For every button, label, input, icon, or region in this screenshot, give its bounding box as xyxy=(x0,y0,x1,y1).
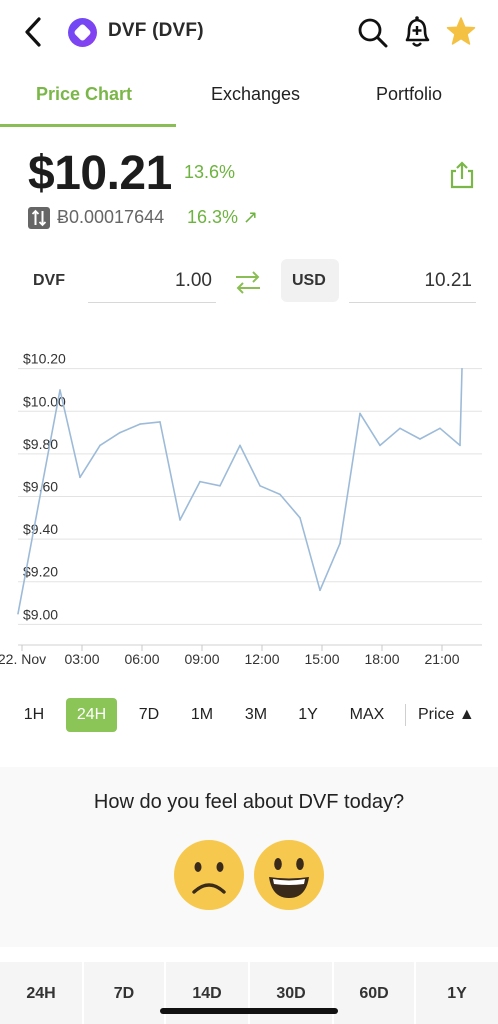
active-tab-indicator xyxy=(0,124,176,127)
period-60d[interactable]: 60D xyxy=(334,962,414,1024)
range-max-button[interactable]: MAX xyxy=(341,698,393,732)
y-tick-label: $9.00 xyxy=(23,606,58,622)
price-point xyxy=(339,542,341,545)
from-amount-input[interactable] xyxy=(88,263,216,303)
x-tick-label: 21:00 xyxy=(424,651,459,667)
sad-face-icon[interactable] xyxy=(174,840,244,910)
y-tick-label: $10.20 xyxy=(23,351,66,367)
search-icon[interactable] xyxy=(356,14,390,50)
range-3m-button[interactable]: 3M xyxy=(235,698,277,732)
price-point xyxy=(17,612,19,615)
price-point xyxy=(259,485,261,487)
x-tick-label: 03:00 xyxy=(64,651,99,667)
price-point xyxy=(419,438,421,440)
y-tick-label: $9.20 xyxy=(23,564,58,580)
x-tick-label: 18:00 xyxy=(364,651,399,667)
y-tick-label: $9.80 xyxy=(23,436,58,452)
x-tick-label: 15:00 xyxy=(304,651,339,667)
tab-exchanges[interactable]: Exchanges xyxy=(211,84,300,105)
to-amount-field[interactable] xyxy=(349,263,476,299)
period-1y[interactable]: 1Y xyxy=(416,962,498,1024)
range-1h-button[interactable]: 1H xyxy=(14,698,54,732)
price-point xyxy=(139,423,141,425)
happy-face-icon[interactable] xyxy=(254,840,324,910)
coin-title: DVF (DVF) xyxy=(108,20,204,41)
price-point xyxy=(179,519,181,521)
from-amount-field[interactable] xyxy=(88,263,216,299)
time-range-selector: 1H 24H 7D 1M 3M 1Y MAX Price ▲ xyxy=(0,698,498,734)
x-tick-label: 06:00 xyxy=(124,651,159,667)
price-point xyxy=(459,444,461,447)
bell-plus-icon[interactable] xyxy=(401,14,435,50)
tab-portfolio[interactable]: Portfolio xyxy=(376,84,442,105)
x-tick-label: 22. Nov xyxy=(0,651,46,667)
from-currency-label: DVF xyxy=(33,272,65,289)
price-toggle-button[interactable]: Price ▲ xyxy=(418,698,475,732)
price-point xyxy=(79,476,81,479)
swap-arrows-icon[interactable] xyxy=(233,268,263,296)
range-divider xyxy=(405,704,406,726)
sentiment-question: How do you feel about DVF today? xyxy=(93,791,405,813)
price-point xyxy=(439,427,441,430)
back-arrow-icon[interactable] xyxy=(18,14,50,50)
star-icon[interactable] xyxy=(444,14,478,50)
price-point xyxy=(319,589,321,592)
coin-logo-icon xyxy=(68,18,97,47)
price-point xyxy=(299,517,301,519)
price-point xyxy=(279,493,281,496)
period-7d[interactable]: 7D xyxy=(84,962,164,1024)
period-30d[interactable]: 30D xyxy=(250,962,332,1024)
price-series-line xyxy=(17,368,463,614)
range-1m-button[interactable]: 1M xyxy=(181,698,223,732)
tab-price-chart[interactable]: Price Chart xyxy=(36,84,132,105)
range-1y-button[interactable]: 1Y xyxy=(289,698,327,732)
to-currency-label: USD xyxy=(292,272,326,289)
price-point xyxy=(59,389,61,391)
price-point xyxy=(199,480,201,483)
price-point xyxy=(99,444,101,447)
sentiment-panel: How do you feel about DVF today? xyxy=(0,767,498,947)
price-point xyxy=(461,367,463,370)
period-performance-bar: 24H 7D 14D 30D 60D 1Y xyxy=(0,962,498,1024)
period-14d[interactable]: 14D xyxy=(166,962,248,1024)
swap-vertical-icon[interactable] xyxy=(28,207,50,229)
period-24h[interactable]: 24H xyxy=(0,962,82,1024)
home-indicator xyxy=(160,1008,338,1014)
to-amount-input[interactable] xyxy=(349,263,476,303)
btc-price-change: 16.3% ↗ xyxy=(187,207,259,227)
x-tick-label: 09:00 xyxy=(184,651,219,667)
tab-bar: Price Chart Exchanges Portfolio xyxy=(0,66,498,128)
price-point xyxy=(359,412,361,415)
x-tick-label: 12:00 xyxy=(244,651,279,667)
app-header: DVF (DVF) xyxy=(0,0,498,66)
price-point xyxy=(399,427,401,430)
btc-price: Ƀ0.00017644 xyxy=(57,207,165,227)
price-point xyxy=(219,485,221,487)
chart-x-axis: 22. Nov 03:00 06:00 09:00 12:00 15:00 18:00 21:… xyxy=(0,645,460,667)
price-point xyxy=(379,444,381,447)
price-chart[interactable]: $10.20$10.00$9.80$9.60$9.40$9.20$9.00 22… xyxy=(0,345,498,670)
chart-grid xyxy=(18,368,482,646)
range-7d-button[interactable]: 7D xyxy=(129,698,169,732)
chart-series xyxy=(17,367,463,615)
price-point xyxy=(119,431,121,434)
share-icon[interactable] xyxy=(448,160,476,190)
range-24h-button[interactable]: 24H xyxy=(66,698,117,732)
price-point xyxy=(239,444,241,447)
y-tick-label: $9.40 xyxy=(23,521,58,537)
price-point xyxy=(159,421,161,423)
current-price: $10.21 xyxy=(28,147,172,200)
price-change-percent: 13.6% xyxy=(184,162,236,182)
